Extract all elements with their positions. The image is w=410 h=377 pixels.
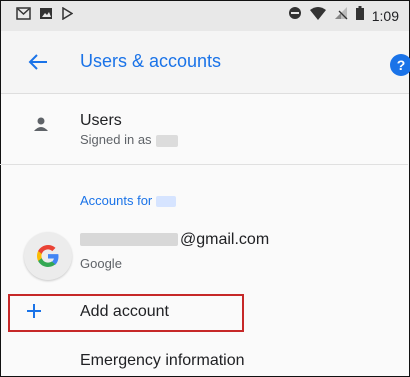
emergency-information-item[interactable]: Emergency information — [80, 352, 245, 370]
person-icon — [33, 116, 49, 137]
redacted-username — [155, 134, 178, 147]
clock: 1:09 — [371, 7, 399, 24]
back-arrow-icon[interactable] — [28, 53, 48, 75]
do-not-disturb-icon — [288, 6, 302, 25]
signal-icon — [334, 6, 348, 25]
signed-in-text: Signed in as — [80, 132, 178, 147]
users-label[interactable]: Users — [80, 112, 122, 130]
play-store-icon — [61, 6, 74, 25]
wifi-icon — [309, 6, 326, 25]
page-title: Users & accounts — [80, 51, 222, 71]
accounts-section-title: Accounts for — [80, 193, 177, 208]
add-account-button[interactable]: Add account — [80, 303, 169, 321]
photo-icon — [39, 7, 53, 25]
status-bar: 1:09 — [1, 1, 409, 31]
status-right-icons: 1:09 — [288, 6, 399, 25]
divider — [0, 164, 408, 165]
account-provider: Google — [80, 256, 122, 271]
battery-icon — [355, 6, 364, 25]
gmail-icon — [16, 7, 31, 25]
status-left-icons — [16, 6, 74, 25]
redacted-email-local — [80, 233, 178, 247]
redacted-user — [156, 196, 177, 208]
plus-icon — [26, 302, 42, 322]
help-icon[interactable]: ? — [390, 54, 410, 76]
google-account-avatar — [24, 232, 72, 280]
google-icon — [37, 245, 59, 267]
account-email[interactable]: @gmail.com — [80, 231, 269, 249]
